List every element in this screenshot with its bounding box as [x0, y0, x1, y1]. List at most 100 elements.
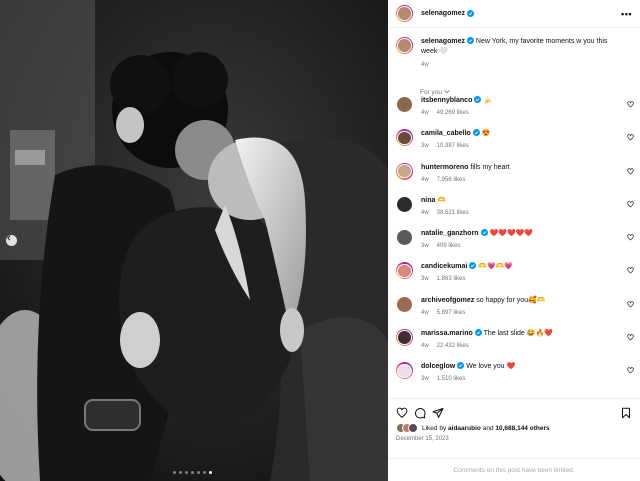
comment-username[interactable]: nina — [421, 197, 435, 204]
comment-like-heart-icon[interactable] — [627, 267, 634, 274]
comment-like-heart-icon[interactable] — [627, 367, 634, 374]
comment-username[interactable]: huntermoreno — [421, 164, 468, 171]
comment-text: 🍌 — [483, 97, 493, 104]
verified-badge-icon — [469, 262, 477, 270]
post-photo[interactable] — [0, 0, 388, 481]
photo-image — [0, 0, 388, 481]
comment-avatar[interactable] — [396, 362, 413, 380]
carousel-dots — [173, 471, 212, 474]
post-detail-panel: selenagomez ••• selenagomez New York, my… — [388, 0, 640, 481]
comment-time: 4w — [421, 209, 429, 216]
comment-username[interactable]: candicekumai — [421, 263, 467, 270]
likes-count[interactable]: 10,688,144 others — [495, 425, 549, 432]
comment-item: camila_cabello 😍 3w 10.387 likes — [388, 124, 640, 157]
comment-time: 3w — [421, 376, 429, 383]
comment-username[interactable]: camila_cabello — [421, 130, 471, 137]
carousel-dot — [173, 471, 176, 474]
comment-likes[interactable]: 1.510 likes — [437, 376, 466, 382]
comment-username[interactable]: dolceglow — [421, 363, 455, 370]
caption-time: 4w — [421, 62, 429, 68]
comment-text: 🫶 — [437, 196, 447, 204]
verified-badge-icon — [480, 229, 488, 237]
comment-text: ❤️❤️❤️❤️❤️ — [489, 230, 534, 238]
comment-time: 4w — [421, 343, 429, 350]
comment-like-heart-icon[interactable] — [627, 301, 634, 308]
carousel-dot — [179, 471, 182, 474]
carousel-dot-active — [209, 471, 212, 474]
comment-like-heart-icon[interactable] — [627, 334, 634, 341]
verified-badge-icon — [472, 129, 480, 137]
comment-username[interactable]: marissa.marino — [421, 330, 473, 337]
comment-avatar[interactable] — [396, 195, 413, 213]
comment-icon[interactable] — [414, 407, 426, 419]
more-options-button[interactable]: ••• — [621, 9, 632, 19]
comment-avatar[interactable] — [396, 162, 413, 180]
comment-like-heart-icon[interactable] — [627, 167, 634, 175]
carousel-dot — [185, 471, 188, 474]
comment-likes[interactable]: 10.387 likes — [437, 143, 469, 149]
liker-avatar — [408, 423, 418, 433]
comment-item: dolceglow We love you ❤️ 3w 1.510 likes — [388, 357, 640, 390]
comment-like-heart-icon[interactable] — [627, 234, 634, 241]
comment-like-heart-icon[interactable] — [627, 201, 634, 208]
comment-item: itsbennyblanco 🍌 4w 49.269 likes — [388, 91, 640, 124]
comment-time: 3w — [421, 243, 429, 250]
comment-username[interactable]: natalie_ganzhorn — [421, 230, 479, 237]
comment-likes[interactable]: 49.269 likes — [437, 110, 469, 116]
chevron-left-icon — [7, 235, 11, 241]
comment-like-heart-icon[interactable] — [627, 101, 634, 108]
comments-list: itsbennyblanco 🍌 4w 49.269 likes camila_cab… — [388, 91, 640, 391]
comment-avatar[interactable] — [396, 129, 413, 147]
carousel-dot — [203, 471, 206, 474]
comment-time: 3w — [421, 276, 429, 283]
comment-item: huntermoreno fills my heart 4w 7.956 likes — [388, 158, 640, 191]
bookmark-icon[interactable] — [620, 407, 632, 419]
verified-badge-icon — [466, 10, 474, 17]
comment-likes[interactable]: 5.897 likes — [437, 310, 466, 316]
comment-item: natalie_ganzhorn ❤️❤️❤️❤️❤️ 3w 409 likes — [388, 224, 640, 257]
comment-avatar[interactable] — [396, 96, 413, 113]
comment-likes[interactable]: 7.956 likes — [437, 177, 466, 183]
verified-badge-icon — [474, 96, 482, 103]
comment-time: 4w — [421, 176, 429, 183]
heart-icon[interactable] — [396, 407, 408, 419]
caption-username[interactable]: selenagomez — [421, 38, 465, 45]
comment-text: The last slide 😂🔥❤️ — [483, 330, 553, 338]
verified-badge-icon — [466, 37, 474, 44]
post-date: December 15, 2023 — [396, 436, 449, 442]
comment-item: archiveofgomez so happy for you🥰🫶 4w 5.897… — [388, 291, 640, 324]
comment-username[interactable]: archiveofgomez — [421, 297, 474, 304]
comment-likes[interactable]: 409 likes — [437, 243, 461, 249]
likes-middle: and — [482, 424, 494, 432]
post-header: selenagomez ••• — [388, 0, 640, 28]
comment-like-heart-icon[interactable] — [627, 134, 634, 141]
verified-badge-icon — [474, 329, 482, 337]
comment-time: 3w — [421, 143, 429, 150]
comment-text: fills my heart — [470, 163, 510, 171]
share-icon[interactable] — [432, 407, 444, 419]
comment-text: 🫶💗🫶💗 — [478, 263, 514, 271]
comment-avatar[interactable] — [396, 329, 413, 347]
comment-username[interactable]: itsbennyblanco — [421, 97, 472, 104]
comment-text: 😍 — [481, 130, 491, 138]
comment-avatar[interactable] — [396, 229, 413, 247]
carousel-prev-button[interactable] — [6, 235, 17, 246]
comment-likes[interactable]: 22.432 likes — [437, 343, 469, 349]
comments-limited-notice: Comments on this post have been limited. — [388, 458, 640, 481]
comment-time: 4w — [421, 110, 429, 116]
verified-badge-icon — [457, 362, 465, 370]
comment-text: so happy for you🥰🫶 — [476, 296, 546, 304]
comment-avatar[interactable] — [396, 262, 413, 280]
likes-summary[interactable]: Liked by aidaarubio and 10,688,144 other… — [388, 421, 640, 433]
comment-likes[interactable]: 1.863 likes — [437, 276, 466, 282]
comment-avatar[interactable] — [396, 295, 413, 313]
author-username[interactable]: selenagomez — [421, 10, 465, 17]
comment-item: candicekumai 🫶💗🫶💗 3w 1.863 likes — [388, 257, 640, 290]
carousel-dot — [191, 471, 194, 474]
author-avatar[interactable] — [396, 5, 413, 22]
comment-item: nina 🫶 4w 38.521 likes — [388, 191, 640, 224]
comment-likes[interactable]: 38.521 likes — [437, 210, 469, 216]
caption-avatar[interactable] — [396, 37, 413, 54]
likes-user[interactable]: aidaarubio — [448, 425, 481, 432]
comment-time: 4w — [421, 309, 429, 316]
